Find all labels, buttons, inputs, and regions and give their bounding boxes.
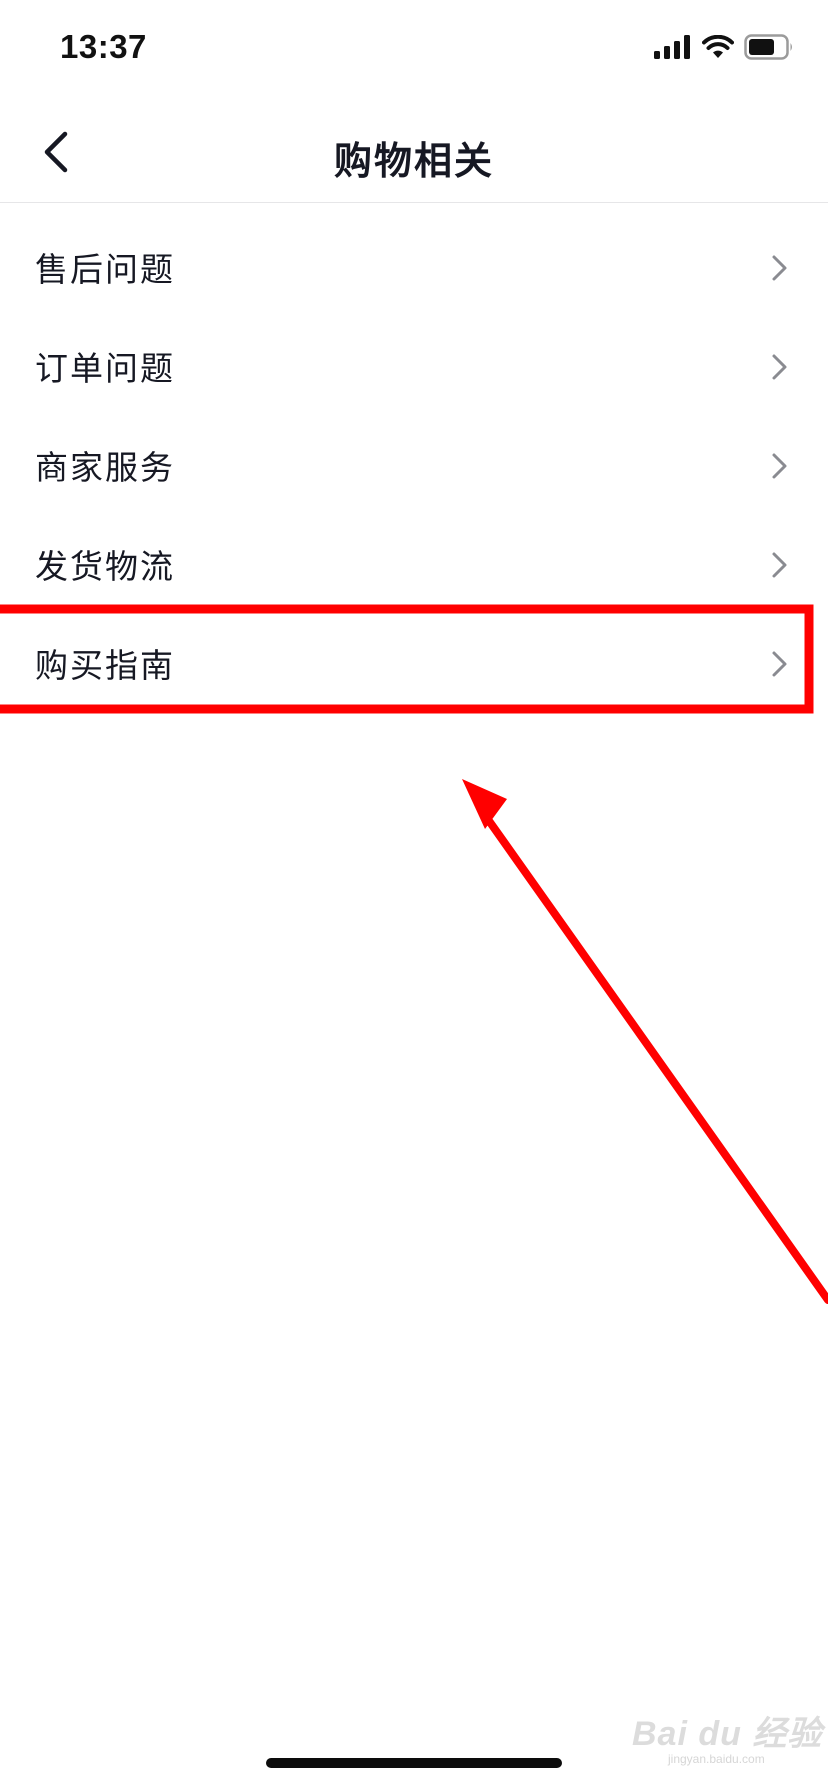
menu-item-label: 购买指南 (35, 645, 175, 685)
home-indicator[interactable] (266, 1758, 562, 1768)
arrow-head (462, 779, 507, 829)
menu-item-label: 商家服务 (35, 447, 175, 487)
chevron-right-icon (772, 453, 787, 479)
menu-item-after-sales[interactable]: 售后问题 (0, 217, 828, 316)
battery-icon (744, 34, 792, 60)
chevron-right-icon (772, 354, 787, 380)
arrow-shaft (483, 814, 828, 1304)
chevron-right-icon (772, 552, 787, 578)
status-icons (654, 34, 794, 60)
watermark-url: jingyan.baidu.com (668, 1752, 765, 1766)
page-title: 购物相关 (333, 139, 494, 183)
menu-item-label: 发货物流 (35, 546, 175, 586)
menu-item-label: 订单问题 (35, 348, 175, 388)
chevron-right-icon (772, 255, 787, 281)
menu-item-order-issues[interactable]: 订单问题 (0, 316, 828, 415)
signal-icon (654, 35, 690, 59)
navigation-bar: 购物相关 (0, 100, 828, 203)
status-time: 13:37 (60, 28, 147, 65)
chevron-right-icon (772, 651, 787, 677)
menu-item-label: 售后问题 (35, 249, 175, 289)
screen: 13:37 购物相关 售后问题 订单问题 商家服务 发货物流 购买指南 Bai … (0, 0, 828, 1792)
menu-item-merchant-service[interactable]: 商家服务 (0, 415, 828, 514)
status-bar: 13:37 (0, 0, 828, 100)
menu-item-shipping-logistics[interactable]: 发货物流 (0, 514, 828, 613)
menu-list: 售后问题 订单问题 商家服务 发货物流 购买指南 (0, 217, 828, 712)
wifi-icon (702, 35, 734, 58)
menu-item-buying-guide[interactable]: 购买指南 (0, 613, 828, 712)
watermark-logo: Bai du 经验 (632, 1715, 823, 1753)
